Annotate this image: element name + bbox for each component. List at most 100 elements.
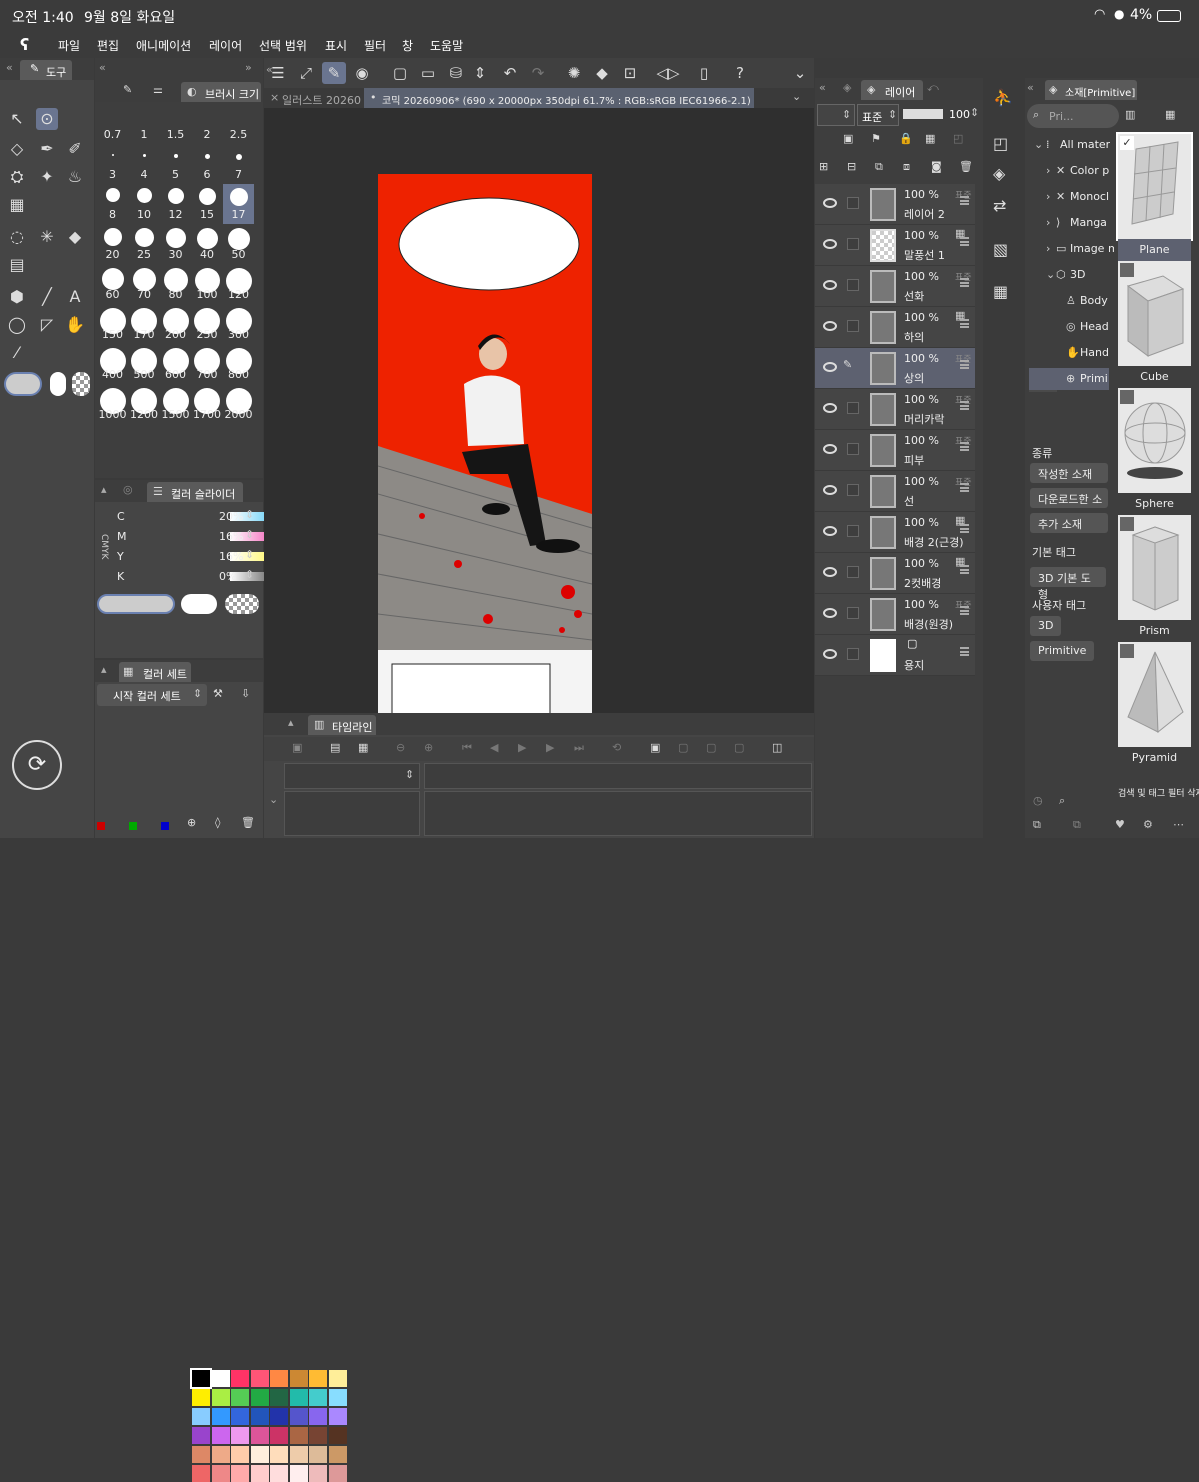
brush-size-cell[interactable]: 800	[223, 344, 254, 384]
layer-row[interactable]: 100 % 표준 레이어 2	[815, 184, 975, 225]
new-cel-icon[interactable]: ▣	[650, 741, 660, 754]
layer-checkbox[interactable]	[847, 238, 859, 250]
layer-row[interactable]: 100 % ▦ 배경 2(근경)	[815, 512, 975, 553]
user-tag-button[interactable]: Primitive	[1030, 641, 1095, 661]
move-icon[interactable]: ⊙	[36, 108, 58, 130]
history-icon[interactable]: ⇄	[993, 196, 1006, 215]
eye-icon[interactable]	[823, 526, 837, 536]
tree-node-label[interactable]: Image m	[1070, 242, 1114, 255]
layer-menu-icon[interactable]	[960, 524, 969, 533]
menu-layer[interactable]: 레이어	[209, 37, 242, 54]
line-icon[interactable]: ╱	[36, 286, 58, 308]
transparent-color-chip[interactable]	[225, 594, 259, 614]
layer-row[interactable]: 100 % 표준 머리카락	[815, 389, 975, 430]
timeline-tab[interactable]: ▥ 타임라인	[308, 715, 376, 735]
menu-edit[interactable]: 편집	[97, 37, 119, 54]
color-swatch[interactable]	[211, 1446, 230, 1463]
mask-add-icon[interactable]: ◙	[931, 160, 942, 173]
brush-size-cell[interactable]: 20	[97, 224, 128, 264]
menu-view[interactable]: 표시	[325, 37, 347, 54]
brush-size-cell[interactable]: 2000	[223, 384, 254, 424]
save-icon[interactable]: ⛁	[444, 62, 468, 84]
brush-size-cell[interactable]: 700	[192, 344, 223, 384]
layer-row[interactable]: 100 % ▦ 말풍선 1	[815, 225, 975, 266]
tree-chevron-icon[interactable]: ⌄	[1046, 268, 1055, 281]
play-icon[interactable]: ▶	[518, 741, 526, 754]
reference-icon[interactable]: ⚑	[871, 132, 881, 145]
brush-size-cell[interactable]: 2.5	[223, 104, 254, 144]
canvas-tab-1[interactable]: 일러스트 20260	[282, 92, 361, 108]
layer-menu-icon[interactable]	[960, 401, 969, 410]
layer-menu-icon[interactable]	[960, 647, 969, 656]
layer-row[interactable]: ▢ 용지	[815, 635, 975, 676]
magic-wand-icon[interactable]: ✳	[36, 226, 58, 248]
color-swatch[interactable]	[250, 1427, 269, 1444]
pen-tool-icon[interactable]: ✒	[36, 138, 58, 160]
next-frame-icon[interactable]: ▶	[546, 741, 554, 754]
menu-icon[interactable]: ☰	[266, 62, 290, 84]
eyedropper-icon[interactable]: ⁄	[6, 342, 28, 364]
color-swatch[interactable]	[309, 1408, 327, 1425]
eye-icon[interactable]	[823, 444, 837, 454]
layer-checkbox[interactable]	[847, 648, 859, 660]
snap-icon[interactable]: ◉	[350, 62, 374, 84]
pencil-icon[interactable]: ✐	[64, 138, 86, 160]
brush-size-cell[interactable]: 60	[97, 264, 128, 304]
collapse-icon[interactable]: ▴	[101, 483, 107, 496]
brush-size-cell[interactable]: 150	[97, 304, 128, 344]
quick-access-icon[interactable]: ⟳	[12, 740, 62, 790]
main-color-chip[interactable]	[97, 594, 175, 614]
color-swatch[interactable]	[250, 1446, 269, 1463]
brush-size-cell[interactable]: 80	[160, 264, 191, 304]
replace-color-icon[interactable]: ◊	[215, 816, 220, 829]
eye-icon[interactable]	[823, 649, 837, 659]
clear-filter-button[interactable]: 검색 및 태그 필터 삭제	[1118, 786, 1199, 799]
collapse-icon[interactable]: ▴	[101, 663, 107, 676]
loop-icon[interactable]: ⟲	[612, 741, 621, 754]
tree-node-label[interactable]: Monocl	[1070, 190, 1114, 203]
eye-icon[interactable]	[823, 239, 837, 249]
color-swatch[interactable]	[289, 1389, 308, 1406]
onion-skin-icon[interactable]: ◫	[772, 741, 782, 754]
color-swatch[interactable]	[328, 1389, 347, 1406]
main-color-swatch[interactable]	[4, 372, 42, 396]
brush-size-cell[interactable]: 50	[223, 224, 254, 264]
lock-transparent-icon[interactable]: ▦	[925, 132, 935, 145]
eye-icon[interactable]	[823, 567, 837, 577]
canvas-tab-2[interactable]: • 코믹 20260906* (690 x 20000px 350dpi 61.…	[364, 88, 754, 108]
frame-icon[interactable]: ◸	[36, 314, 58, 336]
color-swatch[interactable]	[211, 1408, 230, 1425]
layer-property-icon[interactable]: ◈	[843, 81, 851, 94]
brush-size-cell[interactable]: 12	[160, 184, 191, 224]
color-swatch[interactable]	[231, 1427, 249, 1444]
brush-size-cell[interactable]: 300	[223, 304, 254, 344]
layer-menu-icon[interactable]	[960, 606, 969, 615]
timeline-frames[interactable]	[424, 791, 812, 836]
sub-color-swatch[interactable]	[50, 372, 66, 396]
menu-file[interactable]: 파일	[58, 37, 80, 54]
layer-checkbox[interactable]	[847, 443, 859, 455]
material-checkbox[interactable]	[1120, 390, 1134, 404]
menu-help[interactable]: 도움말	[430, 37, 463, 54]
color-swatch[interactable]	[309, 1370, 327, 1387]
brush-size-cell[interactable]: 600	[160, 344, 191, 384]
brush-size-cell[interactable]: 30	[160, 224, 191, 264]
menu-animation[interactable]: 애니메이션	[136, 37, 191, 54]
color-swatch[interactable]	[250, 1389, 269, 1406]
blend-icon[interactable]: ♨	[64, 166, 86, 188]
brush-size-cell[interactable]: 40	[192, 224, 223, 264]
chevron-down-icon[interactable]: ⌄	[792, 90, 801, 103]
material-thumbnail[interactable]	[1118, 388, 1191, 493]
mask-icon[interactable]: ◰	[953, 132, 963, 145]
clip-icon[interactable]: ▣	[843, 132, 853, 145]
color-swatch[interactable]	[289, 1427, 308, 1444]
device-icon[interactable]: ▯	[692, 62, 716, 84]
timeline-select[interactable]: ⇕	[284, 763, 420, 789]
layer-tab[interactable]: ◈ 레이어	[861, 80, 923, 100]
balloon-icon[interactable]: ◯	[6, 314, 28, 336]
brush-size-cell[interactable]: 1700	[192, 384, 223, 424]
first-frame-icon[interactable]: ⏮	[462, 741, 472, 755]
text-icon[interactable]: A	[64, 286, 86, 308]
layer-row[interactable]: 100 % 표준 선	[815, 471, 975, 512]
brush-size-cell[interactable]: 17	[223, 184, 254, 224]
